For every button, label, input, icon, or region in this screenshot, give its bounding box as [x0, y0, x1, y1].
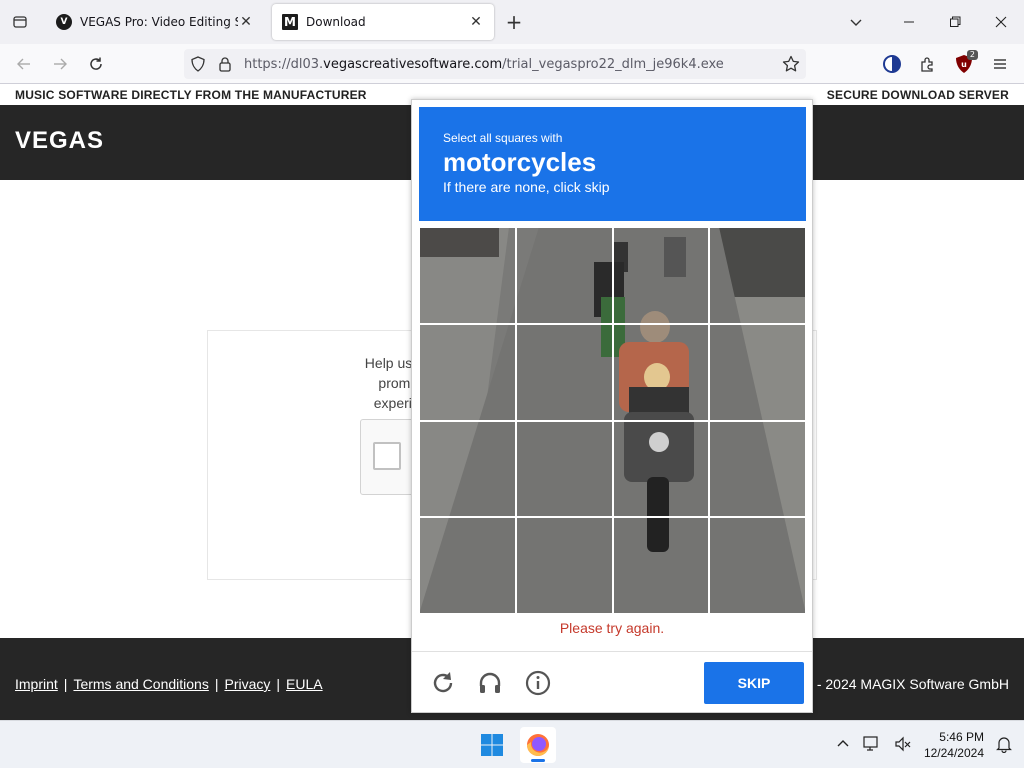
tab-title: VEGAS Pro: Video Editing Softw	[80, 15, 238, 29]
show-hidden-icons-chevron-icon[interactable]	[836, 737, 850, 754]
secure-server-text: SECURE DOWNLOAD SERVER	[826, 88, 1009, 102]
captcha-tile[interactable]	[419, 227, 517, 325]
back-arrow-icon[interactable]	[10, 50, 38, 78]
captcha-tile[interactable]	[419, 322, 517, 422]
copyright-text: 3 - 2024 MAGIX Software GmbH	[805, 676, 1009, 692]
info-icon[interactable]	[523, 668, 553, 698]
challenge-footer: SKIP	[412, 651, 812, 713]
tagline-text: MUSIC SOFTWARE DIRECTLY FROM THE MANUFAC…	[15, 88, 367, 102]
lock-icon[interactable]	[218, 56, 232, 75]
reload-icon[interactable]	[82, 50, 110, 78]
error-message: Please try again.	[559, 620, 665, 636]
challenge-header: Select all squares with motorcycles If t…	[419, 107, 806, 221]
skip-hint-text: If there are none, click skip	[443, 179, 610, 195]
captcha-tile[interactable]	[611, 227, 711, 325]
privacy-link[interactable]: Privacy	[224, 676, 270, 692]
network-icon[interactable]	[862, 735, 882, 756]
minimize-icon[interactable]	[886, 0, 932, 44]
terms-link[interactable]: Terms and Conditions	[73, 676, 208, 692]
captcha-tile[interactable]	[611, 322, 711, 422]
ublock-origin-icon[interactable]: u 2	[950, 50, 978, 78]
tab-download[interactable]: M Download ✕	[272, 4, 494, 40]
time-text: 5:46 PM	[939, 730, 984, 744]
target-object-text: motorcycles	[443, 147, 597, 177]
captcha-tile[interactable]	[611, 516, 711, 614]
restore-icon[interactable]	[932, 0, 978, 44]
dark-reader-contrast-icon[interactable]	[878, 50, 906, 78]
skip-button[interactable]: SKIP	[704, 662, 804, 704]
bookmark-star-icon[interactable]	[782, 55, 800, 76]
firefox-taskbar-icon[interactable]	[520, 727, 556, 763]
svg-text:u: u	[961, 60, 967, 69]
address-bar[interactable]: https://dl03.vegascreativesoftware.com/t…	[184, 49, 806, 79]
windows-start-icon[interactable]	[474, 727, 510, 763]
audio-challenge-icon[interactable]	[475, 668, 505, 698]
tab-strip: V VEGAS Pro: Video Editing Softw ✕ M Dow…	[0, 0, 1024, 44]
captcha-tile[interactable]	[708, 516, 806, 614]
image-grid	[419, 227, 806, 614]
tracking-shield-icon[interactable]	[190, 56, 206, 75]
captcha-tile[interactable]	[708, 227, 806, 325]
separator: |	[214, 676, 219, 692]
volume-muted-icon[interactable]	[894, 735, 912, 756]
captcha-tile[interactable]	[419, 516, 517, 614]
tab-vegas-pro[interactable]: V VEGAS Pro: Video Editing Softw ✕	[46, 4, 264, 40]
captcha-tile[interactable]	[514, 516, 614, 614]
clock[interactable]: 5:46 PM 12/24/2024	[924, 729, 984, 761]
tab-title: Download	[306, 15, 366, 29]
captcha-tile[interactable]	[514, 419, 614, 519]
notification-bell-icon[interactable]	[996, 735, 1012, 756]
forward-arrow-icon[interactable]	[46, 50, 74, 78]
hamburger-menu-icon[interactable]	[986, 50, 1014, 78]
instruction-text: Select all squares with	[443, 131, 563, 145]
captcha-tile[interactable]	[611, 419, 711, 519]
list-all-tabs-icon[interactable]	[0, 0, 40, 44]
close-icon[interactable]: ✕	[468, 14, 484, 30]
close-window-icon[interactable]	[978, 0, 1024, 44]
captcha-tile[interactable]	[514, 227, 614, 325]
url-text[interactable]: https://dl03.vegascreativesoftware.com/t…	[244, 57, 724, 72]
navigation-toolbar: https://dl03.vegascreativesoftware.com/t…	[0, 44, 1024, 84]
reload-challenge-icon[interactable]	[428, 668, 458, 698]
extensions-puzzle-icon[interactable]	[914, 50, 942, 78]
imprint-link[interactable]: Imprint	[15, 676, 58, 692]
date-text: 12/24/2024	[923, 746, 984, 760]
eula-link[interactable]: EULA	[286, 676, 323, 692]
new-tab-plus-icon[interactable]: +	[502, 10, 526, 34]
magix-favicon-icon: M	[282, 14, 298, 30]
recaptcha-checkbox[interactable]	[373, 442, 401, 470]
captcha-tile[interactable]	[419, 419, 517, 519]
windows-taskbar: 5:46 PM 12/24/2024	[0, 720, 1024, 768]
vegas-logo[interactable]: VEGAS	[15, 127, 104, 155]
captcha-tile[interactable]	[514, 322, 614, 422]
chevron-down-icon[interactable]	[826, 0, 886, 44]
separator: |	[63, 676, 68, 692]
blocked-count-badge: 2	[966, 50, 978, 60]
recaptcha-challenge: Select all squares with motorcycles If t…	[411, 99, 813, 713]
close-icon[interactable]: ✕	[238, 14, 254, 30]
captcha-tile[interactable]	[708, 419, 806, 519]
captcha-tile[interactable]	[708, 322, 806, 422]
footer-links: Imprint | Terms and Conditions | Privacy…	[15, 676, 323, 692]
vegas-favicon-icon: V	[56, 14, 72, 30]
separator: |	[276, 676, 281, 692]
